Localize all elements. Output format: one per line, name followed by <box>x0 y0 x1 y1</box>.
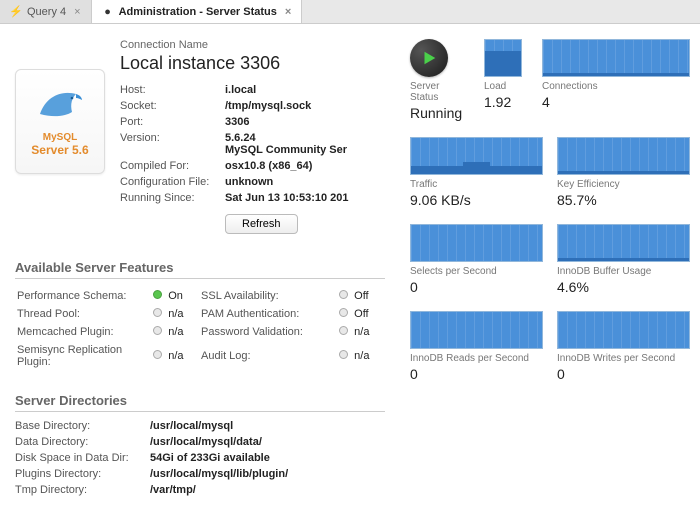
tab-label: Query 4 <box>27 6 66 18</box>
data-dir-value: /usr/local/mysql/data/ <box>150 436 385 448</box>
status-dot-icon <box>153 350 162 359</box>
key-eff-value: 85.7% <box>557 192 690 208</box>
status-dot-icon <box>339 290 348 299</box>
status-dot-icon <box>339 350 348 359</box>
server-status-label: Server Status <box>410 81 470 103</box>
tmp-dir-value: /var/tmp/ <box>150 484 385 496</box>
running-label: Running Since: <box>120 192 225 204</box>
status-dot-icon <box>339 326 348 335</box>
lightning-icon: ⚡ <box>10 6 22 18</box>
load-value: 1.92 <box>484 94 528 110</box>
running-value: Sat Jun 13 10:53:10 201 <box>225 192 385 204</box>
disk-value: 54Gi of 233Gi available <box>150 452 385 464</box>
port-label: Port: <box>120 116 225 128</box>
status-dot-icon <box>153 308 162 317</box>
load-label: Load <box>484 81 528 92</box>
dirs-header: Server Directories <box>15 393 385 412</box>
selects-value: 0 <box>410 279 543 295</box>
tab-admin[interactable]: ● Administration - Server Status × <box>92 0 303 23</box>
semisync-label: Semisync Replication Plugin: <box>15 341 149 371</box>
config-value: unknown <box>225 176 385 188</box>
tmp-dir-label: Tmp Directory: <box>15 484 150 496</box>
version-label: Version: <box>120 132 225 156</box>
audit-value: n/a <box>352 341 385 371</box>
plugins-dir-value: /usr/local/mysql/lib/plugin/ <box>150 468 385 480</box>
password-value: n/a <box>352 323 385 341</box>
key-eff-graph <box>557 137 690 175</box>
buffer-value: 4.6% <box>557 279 690 295</box>
disk-label: Disk Space in Data Dir: <box>15 452 150 464</box>
reads-label: InnoDB Reads per Second <box>410 353 543 364</box>
host-label: Host: <box>120 84 225 96</box>
thread-pool-value: n/a <box>166 305 199 323</box>
connections-label: Connections <box>542 81 690 92</box>
refresh-button[interactable]: Refresh <box>225 214 298 234</box>
connections-graph <box>542 39 690 77</box>
features-header: Available Server Features <box>15 260 385 279</box>
traffic-label: Traffic <box>410 179 543 190</box>
reads-value: 0 <box>410 366 543 382</box>
logo-name: MySQL <box>43 132 77 143</box>
ssl-label: SSL Availability: <box>199 287 335 305</box>
left-panel: MySQL Server 5.6 Connection Name Local i… <box>0 24 395 505</box>
close-icon[interactable]: × <box>74 6 80 18</box>
close-icon[interactable]: × <box>285 6 291 18</box>
compiled-value: osx10.8 (x86_64) <box>225 160 385 172</box>
base-dir-label: Base Directory: <box>15 420 150 432</box>
thread-pool-label: Thread Pool: <box>15 305 149 323</box>
server-start-button[interactable] <box>410 39 448 77</box>
tab-label: Administration - Server Status <box>119 6 277 18</box>
status-dot-icon <box>153 326 162 335</box>
load-graph <box>484 39 522 77</box>
connection-name: Local instance 3306 <box>120 53 385 74</box>
status-dot-icon <box>339 308 348 317</box>
buffer-label: InnoDB Buffer Usage <box>557 266 690 277</box>
mysql-logo: MySQL Server 5.6 <box>15 69 105 174</box>
pam-label: PAM Authentication: <box>199 305 335 323</box>
version-value: 5.6.24MySQL Community Ser <box>225 132 385 156</box>
semisync-value: n/a <box>166 341 199 371</box>
ssl-value: Off <box>352 287 385 305</box>
port-value: 3306 <box>225 116 385 128</box>
writes-value: 0 <box>557 366 690 382</box>
key-eff-label: Key Efficiency <box>557 179 690 190</box>
connection-info: Connection Name Local instance 3306 Host… <box>120 39 385 238</box>
logo-version: Server 5.6 <box>31 143 88 157</box>
socket-value: /tmp/mysql.sock <box>225 100 385 112</box>
data-dir-label: Data Directory: <box>15 436 150 448</box>
memcached-label: Memcached Plugin: <box>15 323 149 341</box>
host-value: i.local <box>225 84 385 96</box>
connections-value: 4 <box>542 94 690 110</box>
server-status-value: Running <box>410 105 470 121</box>
perf-schema-label: Performance Schema: <box>15 287 149 305</box>
plugins-dir-label: Plugins Directory: <box>15 468 150 480</box>
selects-label: Selects per Second <box>410 266 543 277</box>
dot-icon: ● <box>102 6 114 18</box>
connection-name-label: Connection Name <box>120 39 385 51</box>
writes-graph <box>557 311 690 349</box>
play-icon <box>420 49 438 67</box>
right-panel: Server Status Running Load 1.92 Connecti… <box>395 24 700 505</box>
traffic-value: 9.06 KB/s <box>410 192 543 208</box>
buffer-graph <box>557 224 690 262</box>
audit-label: Audit Log: <box>199 341 335 371</box>
status-dot-icon <box>153 290 162 299</box>
compiled-label: Compiled For: <box>120 160 225 172</box>
perf-schema-value: On <box>166 287 199 305</box>
dolphin-icon <box>36 86 84 128</box>
features-table: Performance Schema: On SSL Availability:… <box>15 287 385 371</box>
reads-graph <box>410 311 543 349</box>
selects-graph <box>410 224 543 262</box>
config-label: Configuration File: <box>120 176 225 188</box>
tab-query[interactable]: ⚡ Query 4 × <box>0 0 92 23</box>
tab-bar: ⚡ Query 4 × ● Administration - Server St… <box>0 0 700 24</box>
traffic-graph <box>410 137 543 175</box>
memcached-value: n/a <box>166 323 199 341</box>
socket-label: Socket: <box>120 100 225 112</box>
password-label: Password Validation: <box>199 323 335 341</box>
pam-value: Off <box>352 305 385 323</box>
writes-label: InnoDB Writes per Second <box>557 353 690 364</box>
base-dir-value: /usr/local/mysql <box>150 420 385 432</box>
